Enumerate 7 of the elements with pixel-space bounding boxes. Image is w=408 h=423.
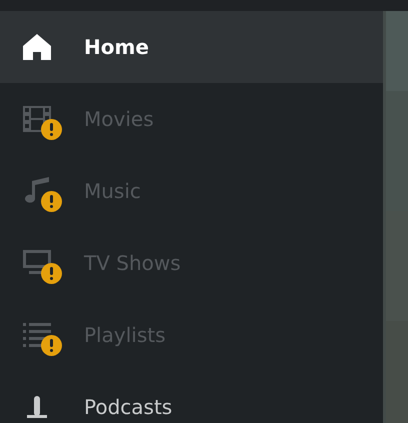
sidebar-item[interactable]: Home <box>0 11 383 83</box>
sidebar-item[interactable]: Podcasts <box>0 371 383 423</box>
home-icon <box>22 33 52 61</box>
item-label: Home <box>84 34 149 61</box>
item-label: Podcasts <box>84 394 172 421</box>
microphone-icon <box>27 396 47 418</box>
music-note-icon <box>23 177 51 205</box>
